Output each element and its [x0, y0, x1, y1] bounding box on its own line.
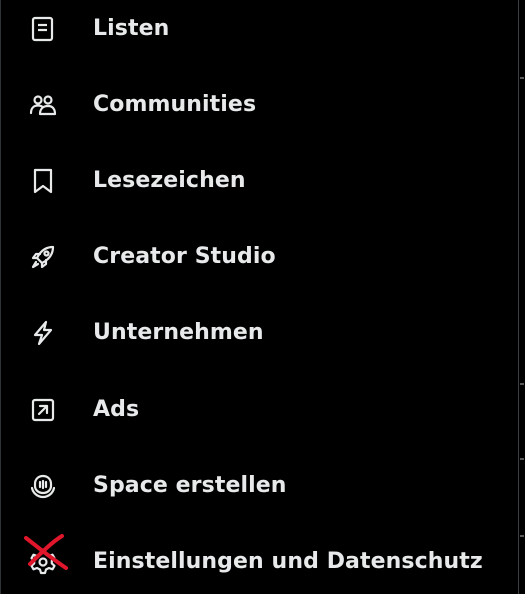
menu-item-business[interactable]: Unternehmen: [1, 306, 519, 358]
communities-icon: [29, 91, 57, 119]
lightning-icon: [29, 319, 57, 347]
menu-item-lists[interactable]: Listen: [1, 2, 519, 54]
menu-item-label: Lesezeichen: [93, 167, 246, 193]
menu-item-bookmarks[interactable]: Lesezeichen: [1, 154, 519, 206]
rocket-icon: [29, 243, 57, 271]
menu-item-label: Communities: [93, 91, 257, 117]
menu-item-label: Listen: [93, 15, 170, 41]
bookmark-icon: [29, 167, 57, 195]
menu-item-label: Creator Studio: [93, 243, 276, 269]
menu-item-label: Unternehmen: [93, 319, 264, 345]
list-icon: [29, 15, 57, 43]
menu-item-label: Einstellungen und Datenschutz: [93, 548, 483, 574]
menu-item-settings-privacy[interactable]: Einstellungen und Datenschutz: [1, 535, 519, 587]
menu-item-ads[interactable]: Ads: [1, 383, 519, 435]
more-menu: Listen Communities Lesezeichen Creator S…: [0, 0, 519, 594]
spaces-mic-icon: [29, 472, 57, 500]
edge-tick: [520, 458, 524, 460]
gear-icon: [29, 548, 57, 576]
menu-item-create-space[interactable]: Space erstellen: [1, 459, 519, 511]
edge-tick: [520, 77, 524, 79]
menu-item-label: Ads: [93, 396, 140, 422]
window-edge: [519, 0, 525, 594]
ads-arrow-icon: [29, 396, 57, 424]
edge-tick: [520, 535, 524, 537]
menu-item-label: Space erstellen: [93, 472, 287, 498]
menu-item-communities[interactable]: Communities: [1, 78, 519, 130]
menu-item-creator-studio[interactable]: Creator Studio: [1, 230, 519, 282]
edge-tick: [520, 383, 524, 385]
